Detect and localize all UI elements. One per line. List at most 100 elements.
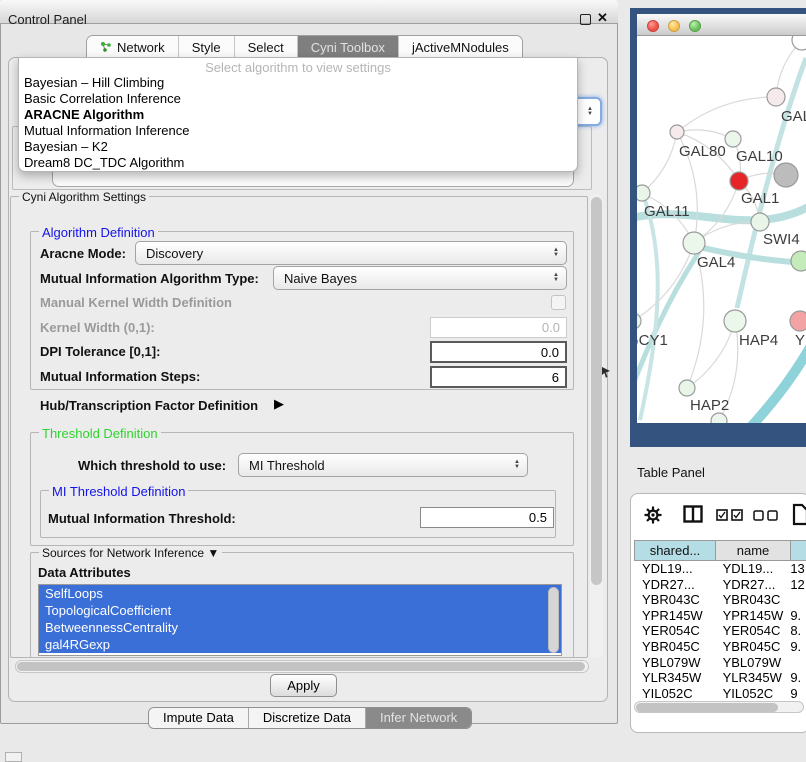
column-header-shared-name[interactable]: shared... (634, 540, 716, 561)
split-columns-icon[interactable] (683, 505, 703, 523)
table-cell: YBR043C (634, 592, 715, 608)
data-attribute-item[interactable]: gal4RGexp (39, 636, 561, 653)
scrollbar-thumb[interactable] (591, 197, 602, 585)
checked-boxes-icon[interactable] (716, 509, 744, 521)
tab-discretize-data[interactable]: Discretize Data (249, 708, 366, 728)
tab-label: Style (192, 40, 221, 55)
settings-horizontal-scrollbar[interactable] (15, 660, 589, 673)
algorithm-menu-item[interactable]: Bayesian – K2 (19, 139, 577, 155)
mi-algorithm-type-combobox[interactable]: Naive Bayes ▲▼ (273, 266, 567, 290)
data-attributes-list[interactable]: SelfLoopsTopologicalCoefficientBetweenne… (38, 584, 562, 656)
document-icon[interactable] (792, 503, 806, 526)
table-cell: 12 (788, 577, 806, 593)
column-header-cut[interactable] (791, 540, 806, 561)
panel-corner-widget[interactable] (5, 752, 22, 762)
network-node[interactable] (790, 311, 806, 331)
close-traffic-light[interactable] (647, 20, 659, 32)
network-node[interactable] (711, 413, 727, 423)
unchecked-boxes-icon[interactable] (753, 510, 779, 521)
network-node[interactable] (637, 185, 650, 201)
table-row[interactable]: YDR27...YDR27...12 (634, 577, 806, 593)
settings-vertical-scrollbar[interactable] (590, 194, 603, 658)
minimize-traffic-light[interactable] (668, 20, 680, 32)
algorithm-menu-item[interactable]: Bayesian – Hill Climbing (19, 75, 577, 91)
tab-network[interactable]: Network (87, 36, 179, 58)
network-node[interactable] (725, 131, 741, 147)
algorithm-menu-item[interactable]: Basic Correlation Inference (19, 91, 577, 107)
scrollbar-thumb[interactable] (17, 662, 585, 671)
network-edge-thick[interactable] (736, 344, 806, 423)
table-cell: YER054C (634, 623, 715, 639)
control-panel-titlebar[interactable]: Control Panel ✕ (0, 0, 618, 24)
tab-infer-network[interactable]: Infer Network (366, 708, 471, 728)
close-icon[interactable]: ✕ (597, 10, 608, 26)
table-horizontal-scrollbar[interactable] (634, 701, 804, 713)
tab-impute-data[interactable]: Impute Data (149, 708, 249, 728)
window-title: Control Panel (8, 12, 87, 27)
table-row[interactable]: YER054CYER054C8. (634, 623, 806, 639)
mi-steps-field[interactable]: 6 (430, 366, 567, 388)
table-row[interactable]: YPR145WYPR145W9. (634, 608, 806, 624)
column-header-name[interactable]: name (716, 540, 791, 561)
which-threshold-combobox[interactable]: MI Threshold ▲▼ (238, 453, 528, 477)
float-window-icon[interactable] (580, 14, 591, 25)
network-node[interactable] (679, 380, 695, 396)
network-node[interactable] (683, 232, 705, 254)
network-canvas[interactable]: GALGAL80GAL10GAL1GAL11SWI4GAL4GCY1HAP4YH… (637, 36, 806, 423)
table-row[interactable]: YIL052CYIL052C9 (634, 686, 806, 699)
table-header-row: shared... name (634, 540, 806, 561)
list-scrollbar-thumb[interactable] (548, 587, 559, 653)
scrollbar-thumb[interactable] (636, 703, 778, 712)
collapse-arrow-icon[interactable]: ▼ (207, 546, 219, 560)
data-attribute-item[interactable]: BetweennessCentrality (39, 619, 561, 636)
tab-cyni-toolbox[interactable]: Cyni Toolbox (298, 36, 399, 58)
data-attributes-label: Data Attributes (38, 565, 131, 580)
table-body: YDL19...YDL19...13YDR27...YDR27...12YBR0… (634, 561, 806, 699)
algorithm-menu-item[interactable]: Dream8 DC_TDC Algorithm (19, 155, 577, 171)
tab-jactivemnodules[interactable]: jActiveMNodules (399, 36, 522, 58)
mi-threshold-field[interactable]: 0.5 (420, 507, 554, 528)
network-edge[interactable] (642, 132, 677, 193)
stepper-icon: ▲▼ (553, 248, 559, 258)
tab-label: Cyni Toolbox (311, 40, 385, 55)
network-node[interactable] (724, 310, 746, 332)
algorithm-menu-item[interactable]: ARACNE Algorithm (19, 107, 577, 123)
table-row[interactable]: YLR345WYLR345W9. (634, 670, 806, 686)
table-row[interactable]: YBR045CYBR045C9. (634, 639, 806, 655)
network-node-label: HAP4 (739, 332, 778, 349)
table-row[interactable]: YDL19...YDL19...13 (634, 561, 806, 577)
network-window-titlebar[interactable] (637, 14, 806, 36)
table-cell: YER054C (715, 623, 789, 639)
aracne-mode-combobox[interactable]: Discovery ▲▼ (135, 241, 567, 265)
data-attribute-item[interactable]: SelfLoops (39, 585, 561, 602)
network-node-label: GAL10 (736, 148, 783, 165)
table-row[interactable]: YBL079WYBL079W (634, 655, 806, 671)
combobox-value: Discovery (146, 246, 203, 261)
stepper-icon: ▲▼ (587, 107, 593, 117)
network-edge[interactable] (687, 321, 735, 388)
table-row[interactable]: YBR043CYBR043C (634, 592, 806, 608)
mi-steps-label: Mutual Information Steps: (40, 369, 200, 384)
tab-style[interactable]: Style (179, 36, 235, 58)
network-node-label: GAL (781, 108, 806, 125)
network-node-label: GAL4 (697, 254, 735, 271)
algorithm-menu-item[interactable]: Mutual Information Inference (19, 123, 577, 139)
expand-arrow-icon[interactable]: ▶ (274, 396, 284, 412)
apply-button[interactable]: Apply (270, 674, 337, 697)
network-node[interactable] (792, 36, 806, 50)
table-cell: YDL19... (634, 561, 715, 577)
data-attribute-item[interactable]: TopologicalCoefficient (39, 602, 561, 619)
network-node[interactable] (767, 88, 785, 106)
network-edge[interactable] (677, 97, 776, 132)
network-node[interactable] (670, 125, 684, 139)
network-node[interactable] (774, 163, 798, 187)
network-node[interactable] (791, 251, 806, 271)
zoom-traffic-light[interactable] (689, 20, 701, 32)
hub-definition-label: Hub/Transcription Factor Definition (40, 398, 258, 413)
gear-icon[interactable] (643, 505, 663, 525)
tab-select[interactable]: Select (235, 36, 298, 58)
network-node[interactable] (751, 213, 769, 231)
network-node[interactable] (730, 172, 748, 190)
table-cell: YLR345W (715, 670, 789, 686)
dpi-tolerance-field[interactable]: 0.0 (430, 341, 567, 363)
